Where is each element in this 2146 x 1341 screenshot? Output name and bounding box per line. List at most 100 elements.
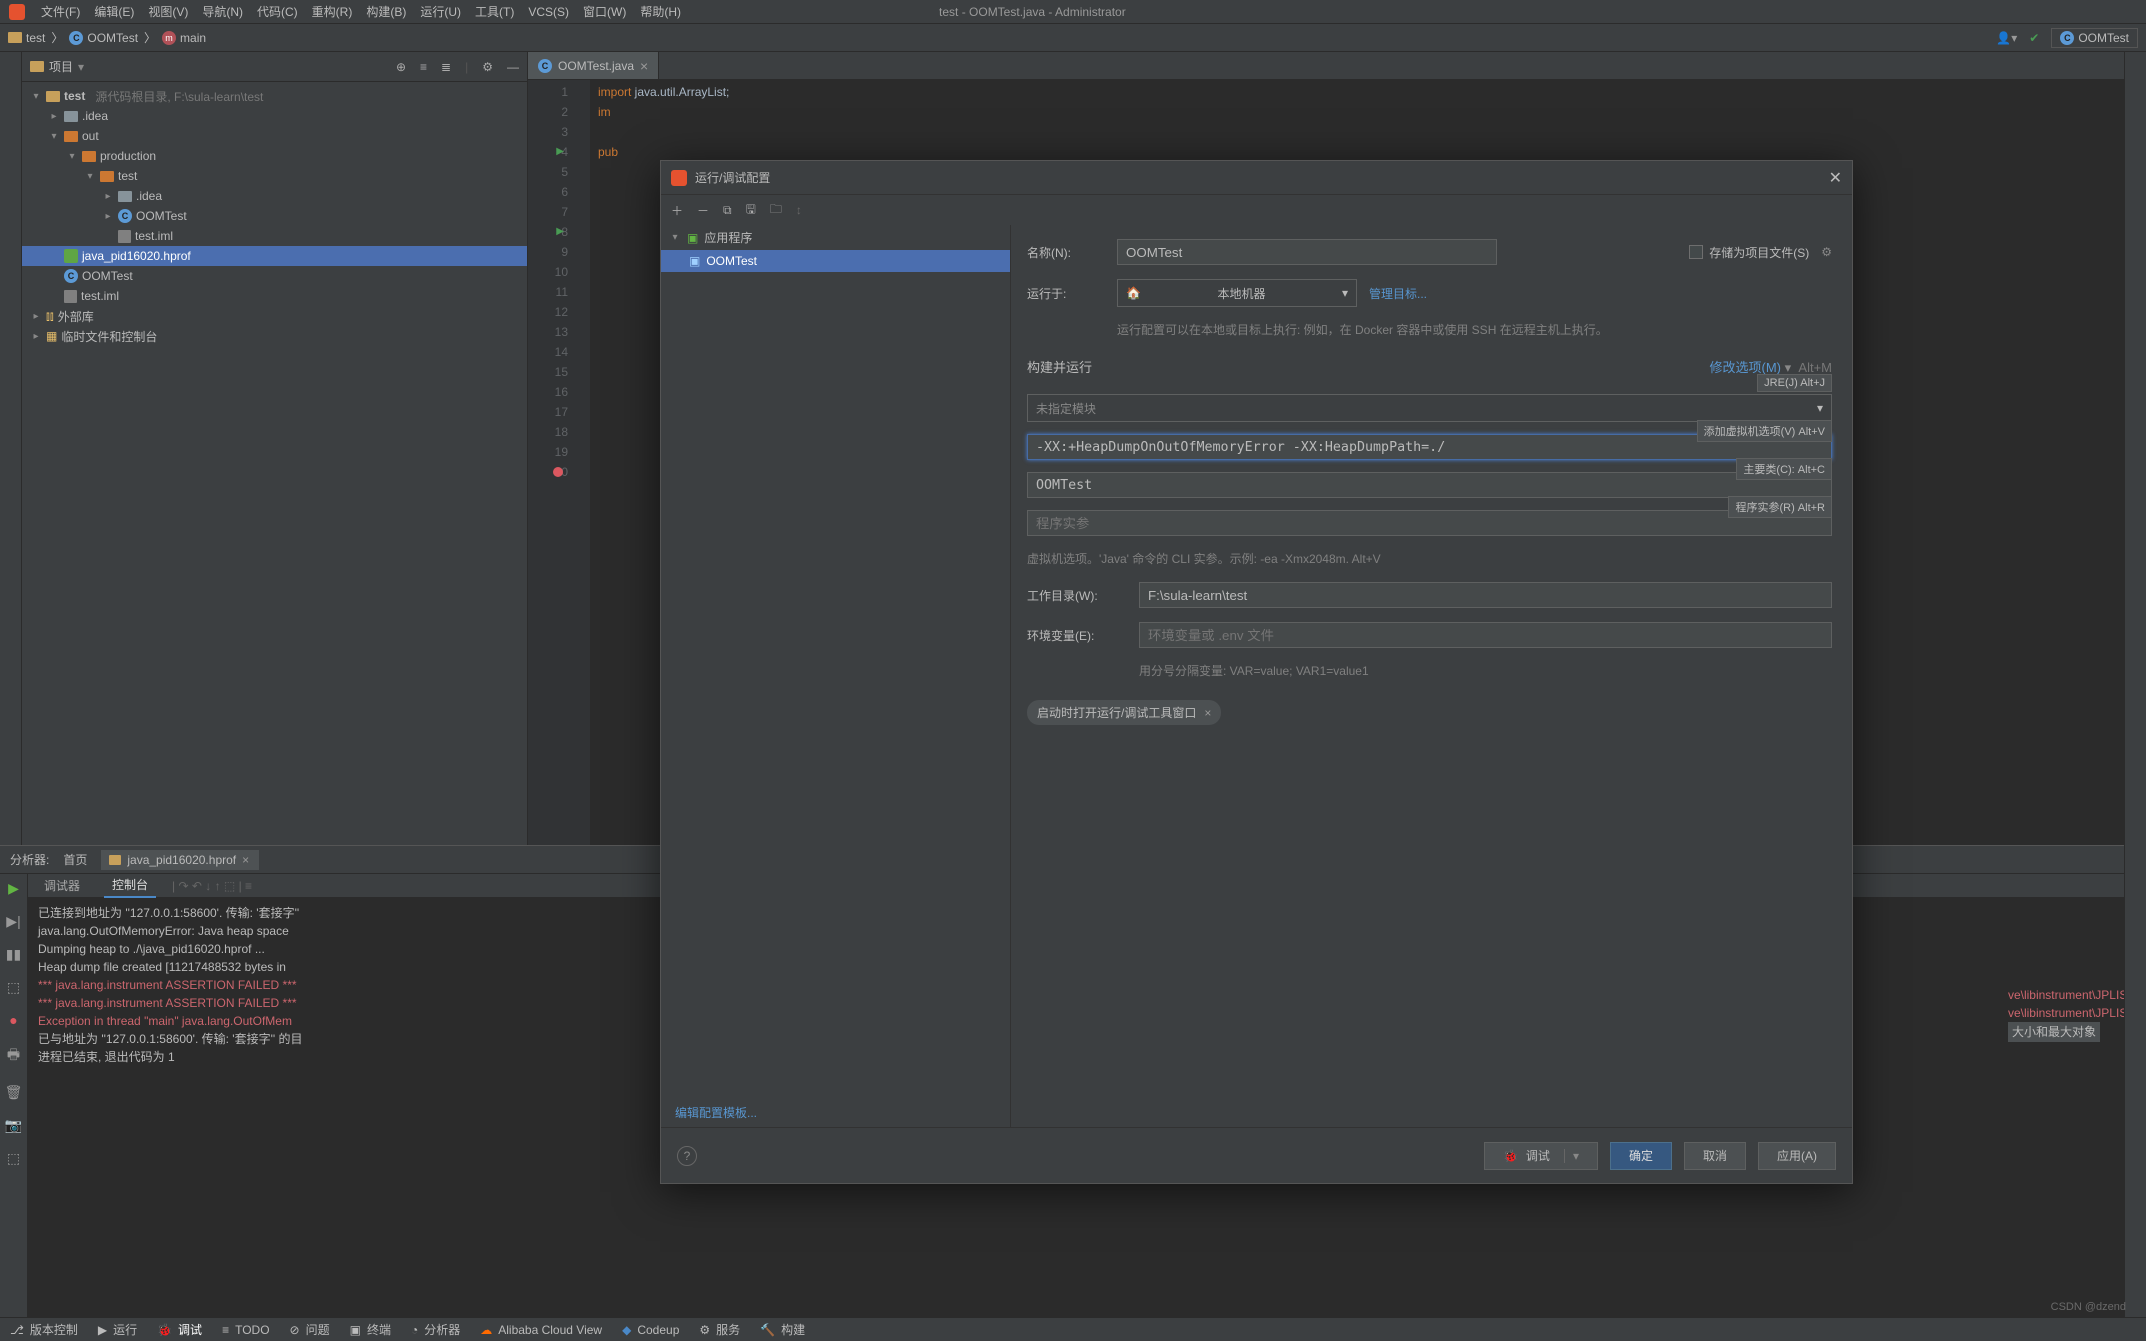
env-input[interactable]: [1139, 622, 1832, 648]
tree-node-idea2[interactable]: ▸.idea: [22, 186, 527, 206]
hprof-icon: [64, 249, 78, 263]
editor-tab[interactable]: COOMTest.java×: [528, 52, 659, 79]
tree-scratch[interactable]: ▸▦临时文件和控制台: [22, 326, 527, 346]
menu-view[interactable]: 视图(V): [142, 1, 194, 22]
tree-node-oomtest[interactable]: ▸COOMTest: [22, 206, 527, 226]
save-icon[interactable]: 🖫: [746, 200, 756, 221]
stop-icon[interactable]: ▶|: [6, 913, 20, 930]
status-terminal[interactable]: ▣ 终端: [350, 1321, 391, 1338]
status-profiler[interactable]: ◔ 分析器: [411, 1321, 460, 1338]
status-cloud[interactable]: ☁ Alibaba Cloud View: [480, 1323, 602, 1337]
step-icon[interactable]: ▮▮: [6, 946, 21, 963]
menu-navigate[interactable]: 导航(N): [196, 1, 249, 22]
tree-node-testdir[interactable]: ▾test: [22, 166, 527, 186]
tab-console[interactable]: 控制台: [104, 873, 156, 898]
menu-file[interactable]: 文件(F): [35, 1, 86, 22]
copy-icon[interactable]: ⧉: [723, 203, 732, 218]
tree-node-hprof[interactable]: java_pid16020.hprof: [22, 246, 527, 266]
analyzer-home-tab[interactable]: 首页: [63, 851, 87, 868]
run-config-selector[interactable]: COOMTest: [2051, 28, 2138, 48]
close-icon[interactable]: ×: [242, 853, 249, 867]
locate-icon[interactable]: ⊕: [396, 60, 406, 74]
build-status-icon[interactable]: ✔: [2029, 31, 2039, 45]
trash-icon[interactable]: 🗑: [5, 1084, 23, 1101]
store-as-project-checkbox[interactable]: 存储为项目文件(S): [1689, 244, 1809, 261]
menu-window[interactable]: 窗口(W): [577, 1, 632, 22]
dialog-sidebar[interactable]: ▾▣应用程序 ▣OOMTest: [661, 225, 1011, 1127]
folder-icon[interactable]: 🗀: [770, 200, 782, 221]
tree-node-iml2[interactable]: test.iml: [22, 286, 527, 306]
close-icon[interactable]: ×: [640, 58, 648, 74]
settings-icon[interactable]: ⚙: [482, 60, 493, 74]
runon-dropdown[interactable]: 🏠 本地机器▾: [1117, 279, 1357, 307]
tree-node-idea[interactable]: ▸.idea: [22, 106, 527, 126]
edit-template-link[interactable]: 编辑配置模板...: [675, 1104, 757, 1121]
debug-button[interactable]: 🐞调试 ▾: [1484, 1142, 1598, 1170]
breadcrumb-class[interactable]: COOMTest: [69, 31, 138, 45]
menu-code[interactable]: 代码(C): [251, 1, 304, 22]
tree-node-production[interactable]: ▾production: [22, 146, 527, 166]
menu-build[interactable]: 构建(B): [360, 1, 412, 22]
menu-run[interactable]: 运行(U): [414, 1, 467, 22]
working-dir-input[interactable]: [1139, 582, 1832, 608]
status-todo[interactable]: ≡ TODO: [222, 1323, 269, 1337]
ok-button[interactable]: 确定: [1610, 1142, 1672, 1170]
apply-button[interactable]: 应用(A): [1758, 1142, 1836, 1170]
breadcrumb-method[interactable]: mmain: [162, 31, 206, 45]
console-fragment: ve\libinstrument\JPLISAg: [2008, 986, 2142, 1004]
breadcrumb-project-label: test: [26, 31, 45, 45]
tree-root[interactable]: ▾test源代码根目录, F:\sula-learn\test: [22, 86, 527, 106]
close-icon[interactable]: ✕: [1829, 168, 1842, 188]
analyzer-file-tab[interactable]: java_pid16020.hprof ×: [101, 850, 259, 870]
manage-targets-link[interactable]: 管理目标...: [1369, 285, 1427, 302]
status-problems[interactable]: ⊘ 问题: [290, 1321, 330, 1338]
expand-all-icon[interactable]: ≡: [420, 60, 427, 74]
tab-debugger[interactable]: 调试器: [36, 874, 88, 897]
user-icon[interactable]: 👤▾: [1996, 31, 2017, 45]
menu-tools[interactable]: 工具(T): [469, 1, 520, 22]
gear-icon[interactable]: ⚙: [1821, 245, 1832, 259]
menu-help[interactable]: 帮助(H): [634, 1, 687, 22]
config-category[interactable]: ▾▣应用程序: [661, 225, 1010, 250]
cancel-button[interactable]: 取消: [1684, 1142, 1746, 1170]
mute-bp-icon[interactable]: 🖶: [7, 1044, 20, 1068]
add-icon[interactable]: ＋: [671, 202, 683, 219]
remove-icon[interactable]: －: [697, 202, 709, 219]
analyzer-tab-label: java_pid16020.hprof: [127, 853, 236, 867]
status-vcs[interactable]: ⎇ 版本控制: [10, 1321, 78, 1338]
breadcrumb-project[interactable]: test: [8, 31, 45, 45]
class-icon: C: [538, 59, 552, 73]
tree-external-libs[interactable]: ▸⫾⫾外部库: [22, 306, 527, 326]
name-input[interactable]: [1117, 239, 1497, 265]
sort-icon[interactable]: ↕: [796, 203, 802, 217]
menu-vcs[interactable]: VCS(S): [522, 3, 575, 21]
program-args-input[interactable]: [1027, 510, 1832, 536]
view-bp-icon[interactable]: ●: [9, 1012, 17, 1028]
collapse-all-icon[interactable]: ≣: [441, 60, 451, 74]
open-tool-window-chip[interactable]: 启动时打开运行/调试工具窗口×: [1027, 700, 1221, 725]
separator-icon: 〉: [144, 29, 156, 46]
menu-refactor[interactable]: 重构(R): [306, 1, 359, 22]
tree-node-out[interactable]: ▾out: [22, 126, 527, 146]
status-build[interactable]: 🔨 构建: [760, 1321, 805, 1338]
help-icon[interactable]: ?: [677, 1146, 697, 1166]
tree-node-iml[interactable]: test.iml: [22, 226, 527, 246]
resume-icon[interactable]: ⬚: [7, 979, 20, 996]
status-run[interactable]: ▶ 运行: [98, 1321, 137, 1338]
breakpoint-icon[interactable]: [553, 467, 563, 477]
config-item[interactable]: ▣OOMTest: [661, 250, 1010, 272]
menu-edit[interactable]: 编辑(E): [88, 1, 140, 22]
rerun-icon[interactable]: ▶: [8, 880, 19, 897]
close-icon[interactable]: ×: [1204, 706, 1211, 720]
camera-icon[interactable]: 📷: [5, 1117, 22, 1134]
store-label: 存储为项目文件(S): [1709, 244, 1809, 261]
module-dropdown[interactable]: 未指定模块▾: [1027, 394, 1832, 422]
status-codeup[interactable]: ◆ Codeup: [622, 1323, 679, 1337]
layout-icon[interactable]: ⬚: [7, 1150, 20, 1167]
status-services[interactable]: ⚙ 服务: [699, 1321, 740, 1338]
modify-options-link[interactable]: 修改选项(M): [1710, 360, 1782, 375]
main-class-input[interactable]: [1027, 472, 1832, 498]
status-debug[interactable]: 🐞 调试: [157, 1321, 202, 1338]
tree-node-oomtest2[interactable]: COOMTest: [22, 266, 527, 286]
hide-icon[interactable]: —: [507, 60, 519, 74]
